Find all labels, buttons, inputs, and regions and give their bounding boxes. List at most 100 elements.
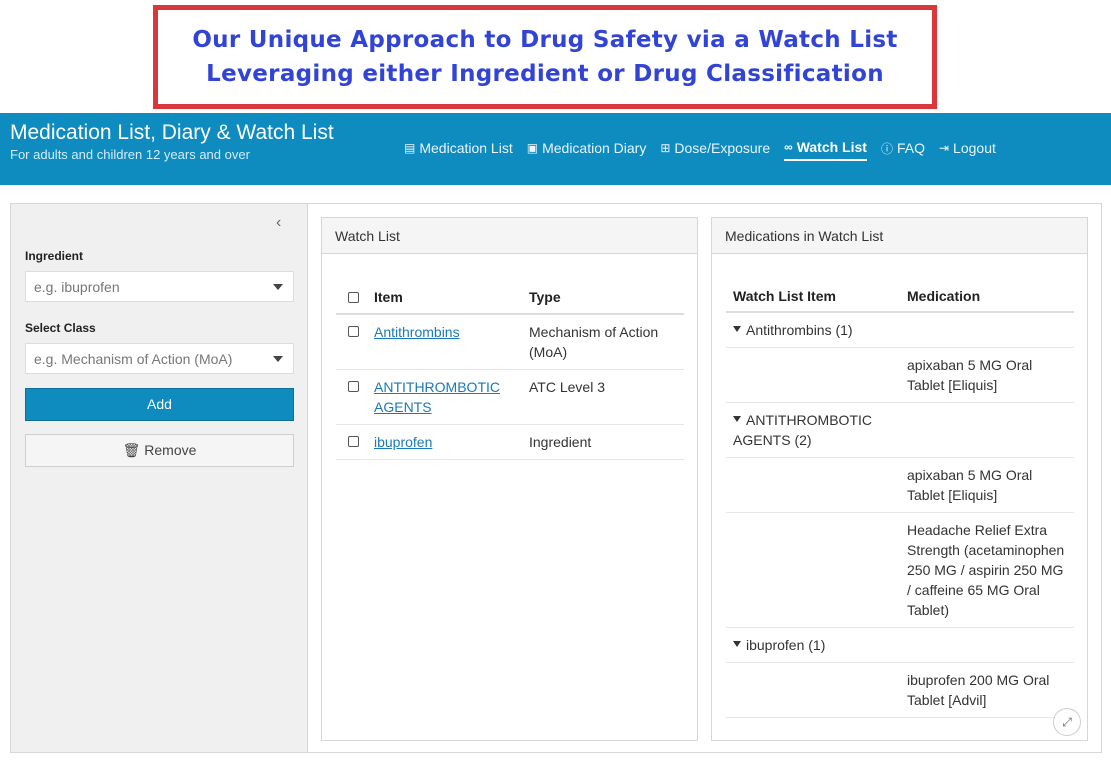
watch-list-panel: Watch List Item Type Antithrombins Mecha… <box>321 217 698 741</box>
class-placeholder: e.g. Mechanism of Action (MoA) <box>34 351 233 367</box>
item-link[interactable]: Antithrombins <box>374 324 460 340</box>
nav-dose-exposure[interactable]: ⊞ Dose/Exposure <box>660 139 770 161</box>
class-label: Select Class <box>25 321 96 335</box>
nav-label: Dose/Exposure <box>674 140 771 156</box>
banner-line-2: Leveraging either Ingredient or Drug Cla… <box>206 61 884 87</box>
table-header-row: Watch List Item Medication <box>726 282 1074 313</box>
empty-cell <box>900 627 1074 663</box>
empty-cell <box>726 662 900 718</box>
item-cell: ANTITHROMBOTIC AGENTS <box>368 369 523 425</box>
column-header-item: Item <box>368 282 523 315</box>
collapse-chevron-icon[interactable]: ‹ <box>276 214 281 232</box>
ingredient-select[interactable]: e.g. ibuprofen <box>25 271 294 302</box>
type-cell: Ingredient <box>523 424 684 460</box>
caret-down-icon <box>733 641 741 648</box>
type-cell: ATC Level 3 <box>523 369 684 425</box>
nav-label: FAQ <box>896 140 925 156</box>
watch-list-table: Item Type Antithrombins Mechanism of Act… <box>336 282 684 460</box>
column-header-type: Type <box>523 282 684 315</box>
medications-table: Watch List Item Medication Antithrombins… <box>726 282 1074 718</box>
list-icon: ▤ <box>404 141 416 155</box>
remove-button[interactable]: 🗑 Remove <box>25 434 294 467</box>
ingredient-label: Ingredient <box>25 249 84 263</box>
nav-faq[interactable]: ⓘ FAQ <box>881 139 925 161</box>
nav-medication-diary[interactable]: ▣ Medication Diary <box>527 139 647 161</box>
item-link[interactable]: ibuprofen <box>374 434 432 450</box>
main-content: ‹ Ingredient e.g. ibuprofen Select Class… <box>10 203 1102 753</box>
nav-medication-list[interactable]: ▤ Medication List <box>404 139 513 161</box>
group-label-cell: ibuprofen (1) <box>726 627 900 663</box>
group-label: ANTITHROMBOTIC AGENTS (2) <box>733 412 872 448</box>
group-label: ibuprofen (1) <box>746 637 826 653</box>
item-link[interactable]: ANTITHROMBOTIC AGENTS <box>374 379 500 415</box>
dose-icon: ⊞ <box>660 141 671 155</box>
medication-row: apixaban 5 MG Oral Tablet [Eliquis] <box>726 457 1074 513</box>
nav-label: Watch List <box>796 139 867 155</box>
row-checkbox[interactable] <box>348 381 359 392</box>
type-cell: Mechanism of Action (MoA) <box>523 314 684 370</box>
class-select[interactable]: e.g. Mechanism of Action (MoA) <box>25 343 294 374</box>
caret-down-icon <box>273 284 283 290</box>
checkbox-cell <box>336 314 368 370</box>
app-title: Medication List, Diary & Watch List <box>10 121 334 144</box>
sidebar: ‹ Ingredient e.g. ibuprofen Select Class… <box>11 204 308 752</box>
question-icon: ⓘ <box>880 141 893 156</box>
row-checkbox[interactable] <box>348 436 359 447</box>
caret-down-icon <box>273 356 283 362</box>
empty-cell <box>726 512 900 628</box>
add-button[interactable]: Add <box>25 388 294 421</box>
nav-logout[interactable]: ⇥ Logout <box>939 139 996 161</box>
trash-icon: 🗑 <box>122 442 141 458</box>
promo-banner: Our Unique Approach to Drug Safety via a… <box>153 5 937 109</box>
glasses-icon: ∞ <box>784 140 793 154</box>
empty-cell <box>900 402 1074 458</box>
medications-panel: Medications in Watch List Watch List Ite… <box>711 217 1088 741</box>
column-header-medication: Medication <box>900 282 1074 313</box>
select-all-checkbox[interactable] <box>348 292 359 303</box>
caret-down-icon <box>733 326 741 333</box>
table-row: ibuprofen Ingredient <box>336 424 684 460</box>
banner-area: Our Unique Approach to Drug Safety via a… <box>0 0 1111 113</box>
nav-watch-list[interactable]: ∞ Watch List <box>784 139 867 161</box>
ingredient-placeholder: e.g. ibuprofen <box>34 279 120 295</box>
group-row[interactable]: ibuprofen (1) <box>726 627 1074 663</box>
group-label-cell: Antithrombins (1) <box>726 312 900 348</box>
checkbox-cell <box>336 424 368 460</box>
main-nav: ▤ Medication List ▣ Medication Diary ⊞ D… <box>404 139 1010 161</box>
empty-cell <box>726 347 900 403</box>
row-checkbox[interactable] <box>348 326 359 337</box>
medications-heading: Medications in Watch List <box>712 218 1087 254</box>
column-header-watch-item: Watch List Item <box>726 282 900 313</box>
app-subtitle: For adults and children 12 years and ove… <box>10 147 250 162</box>
banner-line-1: Our Unique Approach to Drug Safety via a… <box>192 27 898 53</box>
diary-icon: ▣ <box>526 141 539 155</box>
watch-list-heading: Watch List <box>322 218 697 254</box>
table-row: Antithrombins Mechanism of Action (MoA) <box>336 314 684 370</box>
remove-label: Remove <box>144 442 197 458</box>
table-header-row: Item Type <box>336 282 684 315</box>
select-all-cell <box>336 282 368 315</box>
group-row[interactable]: ANTITHROMBOTIC AGENTS (2) <box>726 402 1074 458</box>
item-cell: Antithrombins <box>368 314 523 370</box>
group-label-cell: ANTITHROMBOTIC AGENTS (2) <box>726 402 900 458</box>
medication-cell: apixaban 5 MG Oral Tablet [Eliquis] <box>900 457 1074 513</box>
table-row: ANTITHROMBOTIC AGENTS ATC Level 3 <box>336 369 684 425</box>
logout-icon: ⇥ <box>938 141 950 155</box>
medication-row: Headache Relief Extra Strength (acetamin… <box>726 512 1074 628</box>
medication-row: apixaban 5 MG Oral Tablet [Eliquis] <box>726 347 1074 403</box>
empty-cell <box>900 312 1074 348</box>
caret-down-icon <box>733 416 741 423</box>
medication-cell: Headache Relief Extra Strength (acetamin… <box>900 512 1074 628</box>
group-row[interactable]: Antithrombins (1) <box>726 312 1074 348</box>
checkbox-cell <box>336 369 368 425</box>
group-label: Antithrombins (1) <box>746 322 853 338</box>
expand-icon[interactable]: ⤢ <box>1053 708 1081 736</box>
nav-label: Logout <box>953 140 996 156</box>
app-header: Medication List, Diary & Watch List For … <box>0 113 1111 185</box>
medication-cell: ibuprofen 200 MG Oral Tablet [Advil] <box>900 662 1074 718</box>
item-cell: ibuprofen <box>368 424 523 460</box>
medication-row: ibuprofen 200 MG Oral Tablet [Advil] <box>726 662 1074 718</box>
empty-cell <box>726 457 900 513</box>
medication-cell: apixaban 5 MG Oral Tablet [Eliquis] <box>900 347 1074 403</box>
nav-label: Medication Diary <box>542 140 647 156</box>
